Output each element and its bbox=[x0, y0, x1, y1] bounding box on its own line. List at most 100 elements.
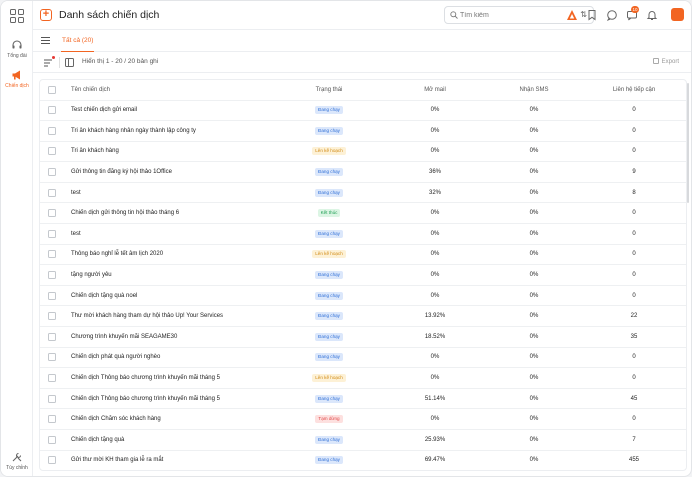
chat-icon[interactable] bbox=[606, 9, 618, 21]
campaign-name[interactable]: Chiến dịch phát quà người nghèo bbox=[64, 347, 274, 369]
rail-item-call-center[interactable]: Tổng đài bbox=[1, 39, 33, 59]
user-avatar[interactable] bbox=[671, 8, 684, 21]
table-row[interactable]: Test chiến dịch gửi email Đang chạy 0% 0% 0 bbox=[40, 100, 686, 122]
contacts-reached: 0 bbox=[582, 264, 686, 286]
status-badge: Đang chạy bbox=[315, 229, 343, 238]
table-row[interactable]: test Đang chạy 0% 0% 0 bbox=[40, 223, 686, 245]
column-header-mail-open[interactable]: Mở mail bbox=[384, 80, 486, 101]
warning-flame-icon[interactable] bbox=[566, 9, 578, 21]
sms-rate: 0% bbox=[486, 264, 582, 286]
row-checkbox[interactable] bbox=[48, 209, 56, 218]
tab-all[interactable]: Tất cả (20) bbox=[61, 30, 95, 52]
record-count: Hiển thị 1 - 20 / 20 bản ghi bbox=[82, 58, 159, 65]
row-checkbox[interactable] bbox=[48, 106, 56, 115]
column-header-name[interactable]: Tên chiến dịch bbox=[64, 80, 274, 101]
bookmark-icon[interactable] bbox=[586, 9, 598, 21]
status-badge: Đang chạy bbox=[315, 394, 343, 403]
row-checkbox[interactable] bbox=[48, 394, 56, 403]
campaign-name[interactable]: Tri ân khách hàng bbox=[64, 141, 274, 163]
table-row[interactable]: Chiến dịch gửi thông tin hội thảo tháng … bbox=[40, 202, 686, 225]
campaign-name[interactable]: test bbox=[64, 223, 274, 245]
table-row[interactable]: Chiến dịch Thông báo chương trình khuyến… bbox=[40, 367, 686, 389]
table-row[interactable]: Gửi thư mời KH tham gia lễ ra mắt Đang ch… bbox=[40, 450, 686, 470]
campaign-name[interactable]: Chiến dịch Chăm sóc khách hàng bbox=[64, 408, 274, 430]
campaign-name[interactable]: Chiến dịch gửi thông tin hội thảo tháng … bbox=[64, 202, 274, 225]
campaign-name[interactable]: Chương trình khuyến mãi SEAGAME30 bbox=[64, 326, 274, 348]
row-checkbox[interactable] bbox=[48, 271, 56, 280]
table-row[interactable]: Tri ân khách hàng Lên kế hoạch 0% 0% 0 bbox=[40, 141, 686, 163]
row-select-cell bbox=[40, 326, 64, 348]
column-header-status[interactable]: Trạng thái bbox=[274, 80, 384, 101]
column-header-contacts[interactable]: Liên hệ tiếp cận bbox=[582, 80, 686, 101]
sms-rate: 0% bbox=[486, 223, 582, 245]
campaign-name[interactable]: Chiến dịch Thông báo chương trình khuyến… bbox=[64, 367, 274, 389]
mail-open-rate: 0% bbox=[384, 264, 486, 286]
campaign-name[interactable]: tặng người yêu bbox=[64, 264, 274, 286]
row-checkbox[interactable] bbox=[48, 188, 56, 197]
row-checkbox[interactable] bbox=[48, 374, 56, 383]
sms-rate: 0% bbox=[486, 408, 582, 430]
campaign-name[interactable]: Chiến dịch Thông báo chương trình khuyến… bbox=[64, 388, 274, 410]
table-row[interactable]: Tri ân khách hàng nhân ngày thành lập cô… bbox=[40, 120, 686, 142]
table-row[interactable]: Chiến dịch Thông báo chương trình khuyến… bbox=[40, 388, 686, 410]
sms-rate: 0% bbox=[486, 182, 582, 204]
campaign-name[interactable]: Chiến dịch tặng quà bbox=[64, 429, 274, 451]
campaign-name[interactable]: Thư mời khách hàng tham dự hội thảo Up! … bbox=[64, 305, 274, 328]
status-cell: Đang chạy bbox=[274, 450, 384, 470]
sms-rate: 0% bbox=[486, 305, 582, 328]
table-row[interactable]: Chiến dịch phát quà người nghèo Đang chạy… bbox=[40, 347, 686, 369]
contacts-reached: 0 bbox=[582, 408, 686, 430]
table-row[interactable]: Thông báo nghỉ lễ tết âm lịch 2020 Lên kế… bbox=[40, 244, 686, 266]
table-row[interactable]: Chiến dịch Chăm sóc khách hàng Tạm dừng 0%… bbox=[40, 408, 686, 430]
rail-item-customize[interactable]: Tùy chỉnh bbox=[1, 451, 33, 471]
select-all-checkbox[interactable] bbox=[48, 85, 56, 94]
table-row[interactable]: Chiến dịch tặng quà noel Đang chạy 0% 0% 0 bbox=[40, 285, 686, 307]
campaign-name[interactable]: Gửi thư mời KH tham gia lễ ra mắt bbox=[64, 450, 274, 470]
row-checkbox[interactable] bbox=[48, 250, 56, 259]
campaign-name[interactable]: Test chiến dịch gửi email bbox=[64, 100, 274, 122]
table-row[interactable]: Chiến dịch tặng quà Đang chạy 25.93% 0% 7 bbox=[40, 429, 686, 451]
menu-icon[interactable] bbox=[41, 37, 50, 44]
export-button[interactable]: Export bbox=[652, 58, 679, 65]
row-checkbox[interactable] bbox=[48, 415, 56, 424]
contacts-reached: 35 bbox=[582, 326, 686, 348]
table-row[interactable]: Gửi thông tin đăng ký hội thảo 1Office Đa… bbox=[40, 161, 686, 183]
row-checkbox[interactable] bbox=[48, 435, 56, 444]
add-campaign-button[interactable]: + bbox=[40, 9, 52, 21]
row-checkbox[interactable] bbox=[48, 291, 56, 300]
status-badge: Kết thúc bbox=[317, 209, 341, 218]
column-panel-icon[interactable] bbox=[65, 58, 74, 67]
row-checkbox[interactable] bbox=[48, 168, 56, 177]
filter-icon[interactable] bbox=[43, 58, 53, 67]
campaign-name[interactable]: Thông báo nghỉ lễ tết âm lịch 2020 bbox=[64, 244, 274, 266]
row-checkbox[interactable] bbox=[48, 147, 56, 156]
table-row[interactable]: Thư mời khách hàng tham dự hội thảo Up! … bbox=[40, 305, 686, 328]
contacts-reached: 0 bbox=[582, 367, 686, 389]
status-cell: Đang chạy bbox=[274, 285, 384, 307]
app-grid-icon[interactable] bbox=[10, 9, 24, 23]
table-row[interactable]: test Đang chạy 32% 0% 8 bbox=[40, 182, 686, 204]
search-input[interactable] bbox=[460, 9, 560, 21]
table-row[interactable]: tặng người yêu Đang chạy 0% 0% 0 bbox=[40, 264, 686, 286]
row-select-cell bbox=[40, 285, 64, 307]
row-checkbox[interactable] bbox=[48, 332, 56, 341]
scrollbar[interactable] bbox=[687, 83, 689, 203]
row-checkbox[interactable] bbox=[48, 312, 56, 321]
rail-item-campaigns[interactable]: Chiến dịch bbox=[1, 69, 33, 89]
campaign-name[interactable]: test bbox=[64, 182, 274, 204]
campaign-name[interactable]: Chiến dịch tặng quà noel bbox=[64, 285, 274, 307]
campaign-name[interactable]: Tri ân khách hàng nhân ngày thành lập cô… bbox=[64, 120, 274, 142]
sms-rate: 0% bbox=[486, 450, 582, 470]
status-cell: Đang chạy bbox=[274, 305, 384, 328]
mail-open-rate: 0% bbox=[384, 100, 486, 122]
row-checkbox[interactable] bbox=[48, 229, 56, 238]
row-checkbox[interactable] bbox=[48, 456, 56, 465]
bell-icon[interactable] bbox=[646, 9, 658, 21]
row-checkbox[interactable] bbox=[48, 126, 56, 135]
column-header-sms[interactable]: Nhận SMS bbox=[486, 80, 582, 101]
rail-item-label: Tùy chỉnh bbox=[6, 465, 28, 471]
status-cell: Đang chạy bbox=[274, 347, 384, 369]
campaign-name[interactable]: Gửi thông tin đăng ký hội thảo 1Office bbox=[64, 161, 274, 183]
table-row[interactable]: Chương trình khuyến mãi SEAGAME30 Đang ch… bbox=[40, 326, 686, 348]
row-checkbox[interactable] bbox=[48, 353, 56, 362]
